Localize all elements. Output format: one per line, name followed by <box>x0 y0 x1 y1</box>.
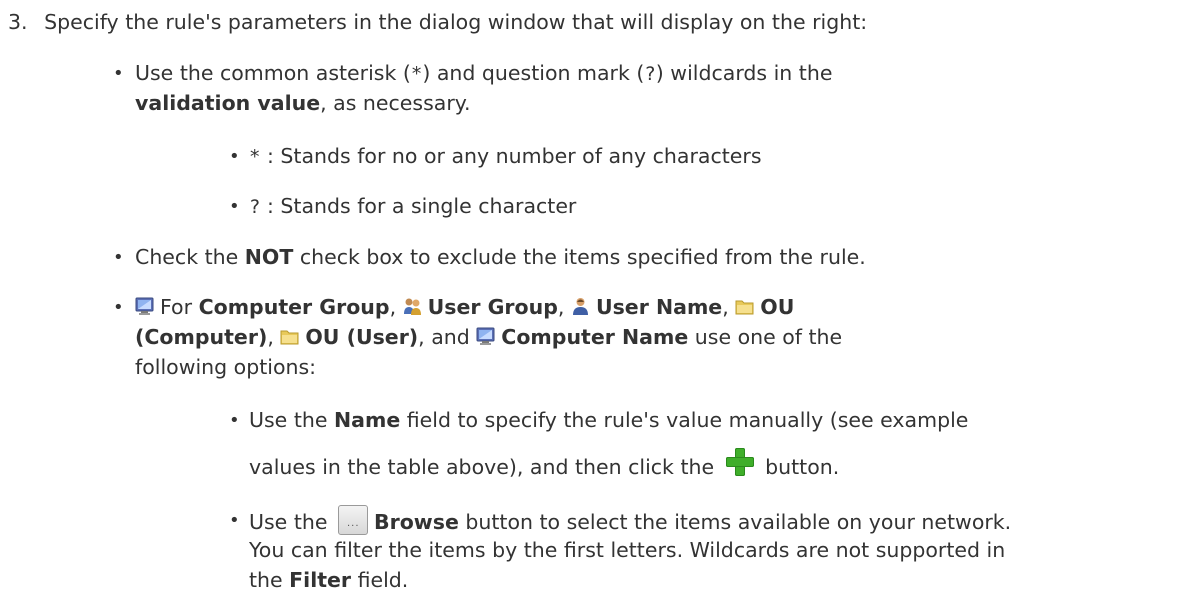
browse-option-line-3: the Filter field. <box>249 565 408 595</box>
text: For <box>160 295 199 319</box>
text: ) wildcards in the <box>655 61 833 85</box>
bullet: • <box>229 146 240 167</box>
text: values in the table above), and then cli… <box>249 455 721 479</box>
step-line: 3. Specify the rule's parameters in the … <box>8 7 867 37</box>
step-number: 3. <box>8 10 28 34</box>
asterisk-symbol: * <box>249 146 261 168</box>
text: check box to exclude the items specified… <box>293 245 866 269</box>
text: , as necessary. <box>320 91 471 115</box>
computer-monitor-icon <box>476 324 495 345</box>
bullet: • <box>113 247 124 268</box>
browse-option-line-2: You can filter the items by the first le… <box>249 535 1005 565</box>
step-text: Specify the rule's parameters in the dia… <box>44 10 868 34</box>
asterisk-symbol: * <box>410 63 423 85</box>
ou-computer-term: OU <box>760 295 795 319</box>
text: : Stands for a single character <box>260 194 577 218</box>
text: , <box>389 295 403 319</box>
not-term: NOT <box>244 245 294 269</box>
text: ) and question mark ( <box>422 61 645 85</box>
text: You can filter the items by the first le… <box>249 538 1006 562</box>
text: Check the <box>135 245 245 269</box>
bullet: • <box>113 63 124 84</box>
bullet: • <box>229 196 240 217</box>
text: button to select the items available on … <box>458 510 1012 534</box>
user-icon <box>571 294 590 315</box>
text: field. <box>351 568 409 592</box>
user-group-term: User Group <box>427 295 558 319</box>
groups-line-2: (Computer), OU (User), and Computer Name… <box>135 322 842 352</box>
computer-name-term: Computer Name <box>501 325 689 349</box>
question-symbol: ? <box>644 63 656 85</box>
browse-button-icon: ... <box>337 505 368 535</box>
text: Use the <box>249 510 334 534</box>
text: the <box>249 568 290 592</box>
green-plus-icon <box>725 447 755 477</box>
text: , <box>557 295 571 319</box>
computer-group-term: Computer Group <box>198 295 390 319</box>
folder-icon <box>735 294 754 315</box>
bullet: • <box>113 297 124 318</box>
groups-line-1: For Computer Group, User Group, User Nam… <box>135 292 794 322</box>
validation-value-term: validation value <box>135 91 321 115</box>
text: following options: <box>135 355 317 379</box>
name-option-line-1: Use the Name field to specify the rule's… <box>249 405 968 435</box>
text: , <box>722 295 736 319</box>
wildcards-line-1: Use the common asterisk (*) and question… <box>135 58 832 89</box>
ou-user-term: OU (User) <box>305 325 419 349</box>
name-term: Name <box>333 408 401 432</box>
text: use one of the <box>688 325 843 349</box>
user-name-term: User Name <box>595 295 723 319</box>
groups-line-3: following options: <box>135 352 316 382</box>
wildcards-line-2: validation value, as necessary. <box>135 88 470 118</box>
text: , and <box>418 325 477 349</box>
ou-computer-term: (Computer) <box>135 325 268 349</box>
wildcard-asterisk-item: * : Stands for no or any number of any c… <box>249 141 762 172</box>
computer-monitor-icon <box>135 294 154 315</box>
text: : Stands for no or any number of any cha… <box>260 144 762 168</box>
filter-term: Filter <box>289 568 352 592</box>
question-symbol: ? <box>249 196 261 218</box>
text: , <box>267 325 281 349</box>
not-item: Check the NOT check box to exclude the i… <box>135 242 866 272</box>
user-group-icon <box>403 294 422 315</box>
folder-icon <box>280 324 299 345</box>
wildcard-question-item: ? : Stands for a single character <box>249 191 576 222</box>
text: Use the common asterisk ( <box>135 61 411 85</box>
browse-option-line-1: Use the ... Browse button to select the i… <box>249 505 1011 537</box>
text: field to specify the rule's value manual… <box>400 408 969 432</box>
name-option-line-2: values in the table above), and then cli… <box>249 447 839 482</box>
bullet: • <box>229 510 240 531</box>
text: button. <box>758 455 840 479</box>
browse-term: Browse <box>373 510 459 534</box>
bullet: • <box>229 410 240 431</box>
text: Use the <box>249 408 334 432</box>
